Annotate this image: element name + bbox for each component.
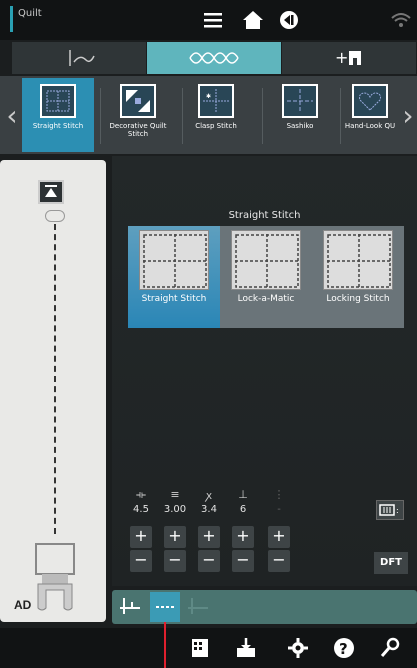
default-settings-button[interactable]: DFT <box>374 552 408 574</box>
tab-decorative-stitches[interactable] <box>12 42 147 74</box>
decorative-quilt-thumb <box>120 84 156 118</box>
settings-gear-icon[interactable] <box>286 636 310 660</box>
foot-pressure-value: 6 <box>239 504 247 515</box>
thread-cutter-button[interactable]: : <box>376 500 404 520</box>
stitch-length-icon: ≡ <box>170 488 180 501</box>
stitch-edit-button[interactable] <box>116 592 146 622</box>
svg-text::: : <box>396 506 399 515</box>
stitch-item-sashiko[interactable]: Sashiko <box>264 78 336 152</box>
thread-tension-value: 3.4 <box>201 504 217 515</box>
straight-stitch-icon <box>156 606 174 608</box>
option-preview <box>231 230 301 290</box>
density-minus-button[interactable]: − <box>268 550 290 572</box>
stitch-program-icon[interactable] <box>188 636 212 660</box>
top-arrow-icon <box>45 185 57 197</box>
menu-icon[interactable] <box>200 8 226 32</box>
wifi-icon <box>388 8 414 32</box>
stitch-width-minus-button[interactable]: − <box>130 550 152 572</box>
selection-title: Straight Stitch <box>228 210 301 221</box>
strip-separator <box>100 88 101 144</box>
thread-tension-plus-button[interactable]: + <box>198 526 220 548</box>
stitch-width-icon: ⟛ <box>136 488 146 501</box>
density-plus-button[interactable]: + <box>268 526 290 548</box>
option-label: Locking Stitch <box>326 294 390 304</box>
svg-text:✱: ✱ <box>206 93 211 100</box>
option-preview <box>139 230 209 290</box>
sequence-empty-slot[interactable] <box>184 592 214 622</box>
faded-stitch-icon <box>188 598 208 614</box>
category-tabs: + <box>12 42 417 74</box>
stitch-item-straight[interactable]: Straight Stitch <box>22 78 94 152</box>
position-marker <box>164 622 166 668</box>
tab-quilt-stitches[interactable] <box>147 42 282 74</box>
strip-left-arrow[interactable]: ‹ <box>6 96 18 136</box>
svg-text:?: ? <box>339 640 348 658</box>
stitch-length-plus-button[interactable]: + <box>164 526 186 548</box>
stitch-width-value: 4.5 <box>133 504 149 515</box>
straight-stitch-thumb <box>40 84 76 118</box>
stitch-width-plus-button[interactable]: + <box>130 526 152 548</box>
hand-look-thumb <box>352 84 388 118</box>
help-icon[interactable]: ? <box>332 636 356 660</box>
home-icon[interactable] <box>240 8 266 32</box>
sashiko-thumb <box>282 84 318 118</box>
scroll-top-button[interactable] <box>38 180 64 204</box>
density-value: - <box>277 504 281 515</box>
stitch-item-label: Decorative Quilt Stitch <box>109 122 167 138</box>
option-straight-stitch[interactable]: Straight Stitch <box>128 226 220 328</box>
thread-tension-minus-button[interactable]: − <box>198 550 220 572</box>
stitch-item-hand-look[interactable]: Hand-Look QU <box>334 78 406 152</box>
option-lock-a-matic[interactable]: Lock-a-Matic <box>220 226 312 328</box>
tools-wrench-icon[interactable] <box>378 636 402 660</box>
foot-pressure-minus-button[interactable]: − <box>232 550 254 572</box>
back-icon[interactable] <box>276 8 302 32</box>
option-label: Lock-a-Matic <box>237 294 295 304</box>
stitch-length-minus-button[interactable]: − <box>164 550 186 572</box>
stitch-item-label: Straight Stitch <box>32 122 84 130</box>
svg-text:+: + <box>335 48 348 67</box>
stitch-item-label: Sashiko <box>286 122 314 130</box>
save-icon[interactable] <box>234 636 258 660</box>
stitch-item-label: Clasp Stitch <box>195 122 237 130</box>
needle-position-guide <box>45 210 65 222</box>
option-preview <box>323 230 393 290</box>
stitch-edit-icon <box>120 598 140 614</box>
clasp-stitch-thumb: ✱ <box>198 84 234 118</box>
sequence-stitch-item[interactable] <box>150 592 180 622</box>
stitch-item-clasp[interactable]: ✱ Clasp Stitch <box>180 78 252 152</box>
stitch-preview-line <box>54 224 56 534</box>
stitch-item-decorative-quilt[interactable]: Decorative Quilt Stitch <box>102 78 174 152</box>
foot-pressure-plus-button[interactable]: + <box>232 526 254 548</box>
app-title: Quilt <box>18 8 42 19</box>
tab-add-stitch[interactable]: + <box>282 42 417 74</box>
stitch-length-value: 3.00 <box>163 504 187 515</box>
thread-icon: : <box>379 504 399 516</box>
presser-foot-icon <box>30 542 80 614</box>
stitch-density-icon: ⋮ <box>273 488 285 501</box>
quilt-pattern-icon <box>189 52 239 64</box>
needle-decor-icon <box>69 50 95 66</box>
option-label: Straight Stitch <box>141 294 207 304</box>
presser-foot-pressure-icon: ⊥ <box>238 488 248 501</box>
add-stitch-icon: + <box>335 48 361 67</box>
thread-tension-icon: ꭗ <box>206 489 212 502</box>
stitch-item-label: Hand-Look QU <box>344 122 396 130</box>
option-locking-stitch[interactable]: Locking Stitch <box>312 226 404 328</box>
foot-type-label: AD <box>14 598 32 612</box>
title-accent-bar <box>10 6 13 32</box>
strip-separator <box>262 88 263 144</box>
